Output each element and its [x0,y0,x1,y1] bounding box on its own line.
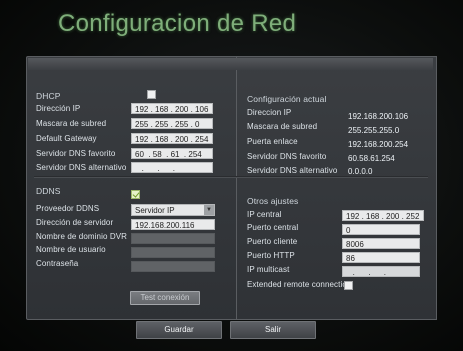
preferred-dns-label: Servidor DNS favorito [36,149,116,158]
current-alternate-dns-label: Servidor DNS alternativo [247,166,338,175]
ip-address-label: Dirección IP [36,104,81,113]
current-subnet-label: Mascara de subred [247,122,318,131]
central-ip-field[interactable]: 192 . 168 . 200 . 252 [342,210,424,221]
dhcp-checkbox[interactable] [147,90,156,99]
test-connection-button[interactable]: Test conexión [130,291,200,305]
multicast-ip-label: IP multicast [247,265,290,274]
dvr-domain-field[interactable] [131,233,215,244]
extended-remote-label: Extended remote connection [247,280,352,289]
subnet-mask-label: Mascara de subred [36,119,107,128]
current-gateway-value: 192.168.200.254 [348,140,409,149]
chevron-down-icon: ▼ [204,205,214,215]
ddns-provider-label: Proveedor DDNS [36,204,100,213]
central-ip-label: IP central [247,210,282,219]
password-label: Contraseña [36,259,79,268]
current-ip-label: Direccion IP [247,108,292,117]
current-preferred-dns-label: Servidor DNS favorito [247,152,327,161]
subnet-mask-field[interactable]: 255 . 255 . 255 . 0 [131,118,213,129]
alternate-dns-label: Servidor DNS alternativo [36,163,127,172]
current-subnet-value: 255.255.255.0 [348,126,400,135]
ip-address-field[interactable]: 192 . 168 . 200 . 106 [131,103,213,114]
ddns-provider-select[interactable]: Servidor IP ▼ [131,204,215,216]
ddns-label: DDNS [36,186,61,196]
ddns-checkbox[interactable] [131,190,140,199]
central-port-label: Puerto central [247,223,299,232]
default-gateway-field[interactable]: 192 . 168 . 200 . 254 [131,133,213,144]
section-divider [34,176,428,178]
save-button[interactable]: Guardar [136,321,222,339]
password-field[interactable] [131,261,215,272]
central-port-field[interactable]: 0 [342,224,420,235]
username-label: Nombre de usuario [36,245,106,254]
current-ip-value: 192.168.200.106 [348,112,409,121]
other-settings-heading: Otros ajustes [247,196,299,206]
client-port-label: Puerto cliente [247,237,298,246]
page-title: Configuracion de Red [58,10,297,37]
client-port-field[interactable]: 8006 [342,238,420,249]
exit-button[interactable]: Salir [230,321,316,339]
username-field[interactable] [131,247,215,258]
http-port-label: Puerto HTTP [247,251,295,260]
ddns-provider-value: Servidor IP [135,206,175,215]
ddns-server-label: Dirección de servidor [36,218,114,227]
panel-header-bar [28,58,433,70]
alternate-dns-field[interactable]: . . . [131,162,213,173]
http-port-field[interactable]: 86 [342,252,420,263]
current-config-heading: Configuración actual [247,94,327,104]
current-alternate-dns-value: 0.0.0.0 [348,167,373,176]
default-gateway-label: Default Gateway [36,134,97,143]
extended-remote-checkbox[interactable] [344,281,353,290]
dvr-domain-label: Nombre de dominio DVR [36,232,128,241]
ddns-server-field[interactable]: 192.168.200.116 [131,219,215,230]
current-gateway-label: Puerta enlace [247,137,298,146]
current-preferred-dns-value: 60.58.61.254 [348,154,395,163]
dhcp-label: DHCP [36,91,61,101]
multicast-ip-field[interactable]: . . . [342,266,420,277]
preferred-dns-field[interactable]: 60 . 58 . 61 . 254 [131,148,213,159]
